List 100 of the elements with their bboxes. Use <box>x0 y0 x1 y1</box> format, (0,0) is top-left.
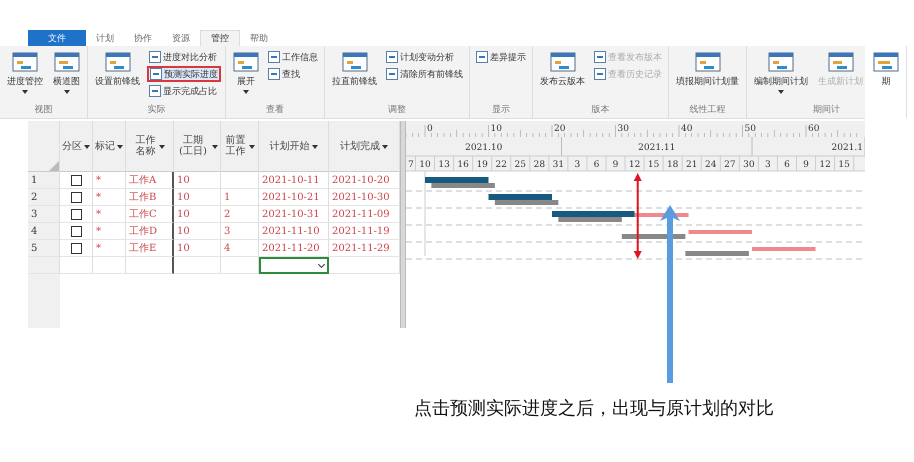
forecast-bar <box>488 194 552 200</box>
ribbon-button[interactable]: 进度对比分析 <box>147 49 221 65</box>
ribbon-button[interactable]: 设置前锋线 <box>92 49 143 90</box>
ribbon-button[interactable]: 差异提示 <box>474 49 528 65</box>
menu-tab[interactable]: 文件 <box>28 30 86 46</box>
forecast-bar <box>425 177 488 183</box>
day-label: 15 <box>838 160 850 170</box>
ribbon-button[interactable]: 期 <box>870 49 902 90</box>
panel-icon <box>149 51 161 63</box>
table-cell: 10 <box>174 189 221 206</box>
table-cell: 1 <box>221 189 259 206</box>
menu-tab[interactable]: 计划 <box>86 30 124 46</box>
group-label: 期间计 <box>812 104 841 117</box>
checkbox[interactable] <box>70 226 82 236</box>
panel-icon <box>268 51 280 63</box>
ribbon-button[interactable]: 清除所有前锋线 <box>384 66 465 82</box>
caret-icon[interactable] <box>382 145 388 149</box>
day-label: 9 <box>803 160 809 170</box>
menu-tab[interactable]: 管控 <box>200 30 240 46</box>
group-label: 视图 <box>34 104 54 117</box>
table-cell: * <box>93 223 126 240</box>
checkbox[interactable] <box>70 242 82 254</box>
menu-tab[interactable]: 资源 <box>162 30 200 46</box>
table-cell: * <box>93 189 126 206</box>
ribbon-button[interactable]: 计划变动分析 <box>384 49 465 65</box>
day-label: 12 <box>819 160 831 170</box>
column-header[interactable]: 分区 <box>60 121 93 172</box>
checkbox[interactable] <box>70 208 82 220</box>
menu-tab[interactable]: 帮助 <box>240 30 278 46</box>
ruler-label: 10 <box>490 124 502 134</box>
table-cell: 工作E <box>126 240 174 257</box>
month-label: 2021.11 <box>638 143 676 153</box>
day-label: 21 <box>686 160 698 170</box>
table-cell: 10 <box>174 240 221 257</box>
panel-icon <box>386 68 398 80</box>
forecast-bar <box>752 247 816 251</box>
ribbon-button[interactable]: 显示完成占比 <box>147 83 221 99</box>
caret-icon[interactable] <box>312 145 318 149</box>
checkbox[interactable] <box>70 192 82 202</box>
empty-cell <box>221 172 259 189</box>
baseline-bar <box>685 251 749 256</box>
group-label: 调整 <box>387 104 407 117</box>
day-label: 19 <box>476 160 488 170</box>
caret-icon[interactable] <box>158 145 164 149</box>
day-label: 6 <box>784 160 790 170</box>
ribbon-button[interactable]: 横道图 <box>50 49 83 96</box>
day-label: 13 <box>438 160 450 170</box>
table-cell: 工作D <box>126 223 174 240</box>
column-header[interactable]: 计划完成 <box>329 121 400 172</box>
row-number: 4 <box>28 223 60 240</box>
group-label: 实际 <box>146 104 166 117</box>
table-cell: 工作C <box>126 206 174 223</box>
panel-icon <box>476 51 488 63</box>
caret-icon <box>778 90 784 94</box>
caret-icon <box>243 90 249 94</box>
table-cell: * <box>93 240 126 257</box>
day-label: 10 <box>419 160 431 170</box>
ribbon-button[interactable]: 拉直前锋线 <box>329 49 380 90</box>
checkbox[interactable] <box>70 174 82 186</box>
baseline-bar <box>431 183 495 188</box>
baseline-bar <box>558 217 622 222</box>
row-number: 5 <box>28 240 60 257</box>
day-label: 6 <box>594 160 600 170</box>
ruler-label: 0 <box>427 124 433 134</box>
column-header[interactable]: 工期(工日) <box>174 121 221 172</box>
table-cell: 10 <box>174 206 221 223</box>
caret-icon <box>64 90 70 94</box>
day-label: 3 <box>765 160 771 170</box>
ribbon-button[interactable]: 填报期间计划量 <box>673 49 742 90</box>
month-label: 2021.1 <box>832 143 863 153</box>
table-cell: 4 <box>221 240 259 257</box>
column-header[interactable]: 工作名称 <box>126 121 174 172</box>
day-label: 12 <box>628 160 640 170</box>
table-cell: 2 <box>221 206 259 223</box>
dropdown-cell[interactable] <box>259 257 329 274</box>
ruler-label: 30 <box>618 124 629 134</box>
ribbon-button[interactable]: 展开 <box>230 49 262 96</box>
column-header[interactable]: 标记 <box>93 121 126 172</box>
day-label: 7 <box>408 160 414 170</box>
ribbon-button[interactable]: 查找 <box>266 66 320 82</box>
ribbon-button[interactable]: 预测实际进度 <box>147 66 221 82</box>
group-label: 版本 <box>590 104 610 117</box>
ribbon-button[interactable]: 编制期间计划 <box>751 49 811 96</box>
panel-icon <box>594 51 606 63</box>
column-header[interactable]: 计划开始 <box>259 121 329 172</box>
ribbon-button[interactable]: 工作信息 <box>266 49 320 65</box>
ribbon-button[interactable]: 发布云版本 <box>537 49 588 90</box>
table-cell: 2021-10-11 <box>259 172 329 189</box>
panel-icon <box>268 68 280 80</box>
baseline-bar <box>622 234 686 239</box>
table-cell: 2021-11-20 <box>259 240 329 257</box>
table-cell: 2021-11-10 <box>259 223 329 240</box>
menu-tab[interactable]: 协作 <box>124 30 162 46</box>
day-label: 28 <box>534 160 546 170</box>
day-label: 3 <box>574 160 580 170</box>
column-header[interactable]: 前置工作 <box>221 121 259 172</box>
month-label: 2021.10 <box>465 143 502 153</box>
table-cell: 3 <box>221 223 259 240</box>
caret-icon[interactable] <box>248 145 254 149</box>
ribbon-button[interactable]: 进度管控 <box>4 49 46 96</box>
